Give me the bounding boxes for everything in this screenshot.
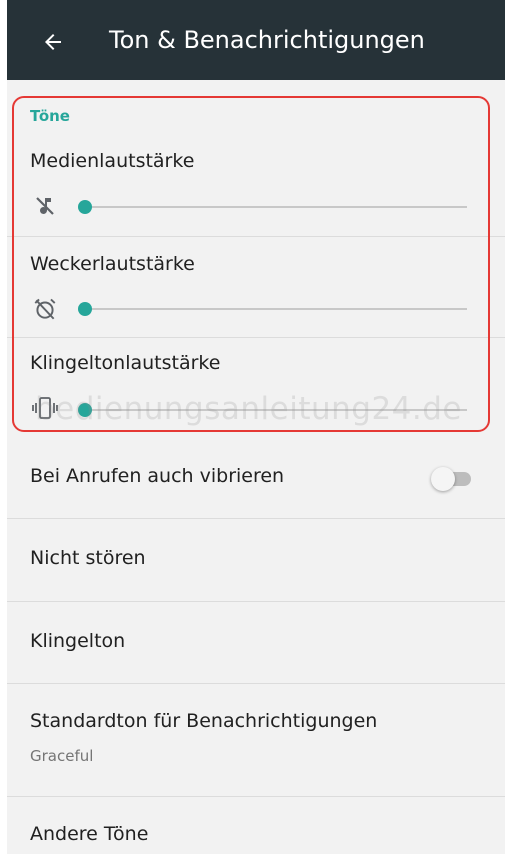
media-volume-label: Medienlautstärke [30, 150, 195, 172]
alarm-volume-slider[interactable] [78, 302, 467, 316]
media-volume-thumb[interactable] [78, 200, 92, 214]
watermark: bedienungsanleitung24.de [35, 391, 463, 427]
notification-sound-value: Graceful [30, 747, 94, 765]
arrow-back-icon [45, 34, 61, 50]
media-volume-row: Medienlautstärke [7, 136, 505, 236]
other-sounds-row[interactable]: Andere Töne [7, 797, 505, 854]
alarm-off-icon[interactable] [29, 295, 61, 323]
toggle-knob [431, 467, 455, 491]
ringtone-label: Klingelton [30, 630, 126, 652]
ringtone-row[interactable]: Klingelton [7, 602, 505, 683]
back-button[interactable] [37, 26, 69, 58]
music-off-icon[interactable] [29, 192, 61, 220]
notification-sound-label: Standardton für Benachrichtigungen [30, 710, 378, 732]
section-header-sounds: Töne [30, 107, 70, 125]
notification-sound-row[interactable]: Standardton für Benachrichtigungen Grace… [7, 684, 505, 796]
ring-volume-label: Klingeltonlautstärke [30, 352, 221, 374]
alarm-volume-label: Weckerlautstärke [30, 253, 195, 275]
vibrate-on-call-toggle[interactable] [431, 467, 475, 491]
vibrate-on-call-label: Bei Anrufen auch vibrieren [30, 465, 285, 487]
alarm-volume-row: Weckerlautstärke [7, 237, 505, 337]
settings-list: Töne Medienlautstärke Weckerlautstärke K… [7, 80, 505, 854]
do-not-disturb-row[interactable]: Nicht stören [7, 519, 505, 601]
app-bar: Ton & Benachrichtigungen [7, 0, 505, 80]
alarm-volume-thumb[interactable] [78, 302, 92, 316]
other-sounds-label: Andere Töne [30, 823, 149, 845]
vibrate-on-call-row[interactable]: Bei Anrufen auch vibrieren [7, 438, 505, 518]
page-title: Ton & Benachrichtigungen [109, 26, 425, 54]
media-volume-slider[interactable] [78, 200, 467, 214]
do-not-disturb-label: Nicht stören [30, 547, 146, 569]
